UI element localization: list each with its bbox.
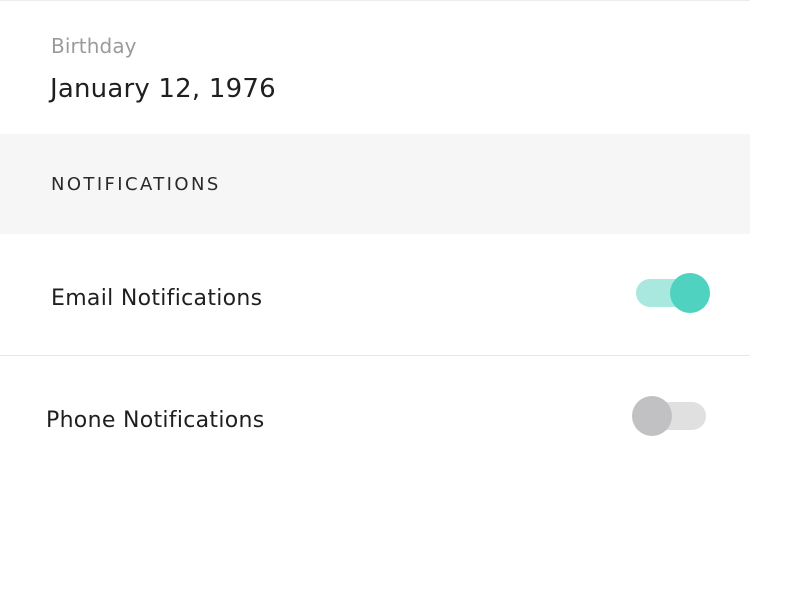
notifications-section-title: NOTIFICATIONS [51,174,221,195]
phone-notifications-toggle[interactable] [632,396,706,436]
notifications-section-header: NOTIFICATIONS [0,134,750,234]
email-notifications-toggle[interactable] [636,273,710,313]
email-notifications-row: Email Notifications [0,234,750,355]
birthday-value: January 12, 1976 [50,74,276,104]
top-divider [0,0,750,1]
phone-notifications-label: Phone Notifications [46,408,265,433]
settings-panel: Birthday January 12, 1976 NOTIFICATIONS … [0,0,750,600]
phone-toggle-knob [632,396,672,436]
phone-notifications-row: Phone Notifications [0,356,750,477]
email-toggle-knob [670,273,710,313]
birthday-label: Birthday [51,34,137,58]
email-notifications-label: Email Notifications [51,286,263,311]
